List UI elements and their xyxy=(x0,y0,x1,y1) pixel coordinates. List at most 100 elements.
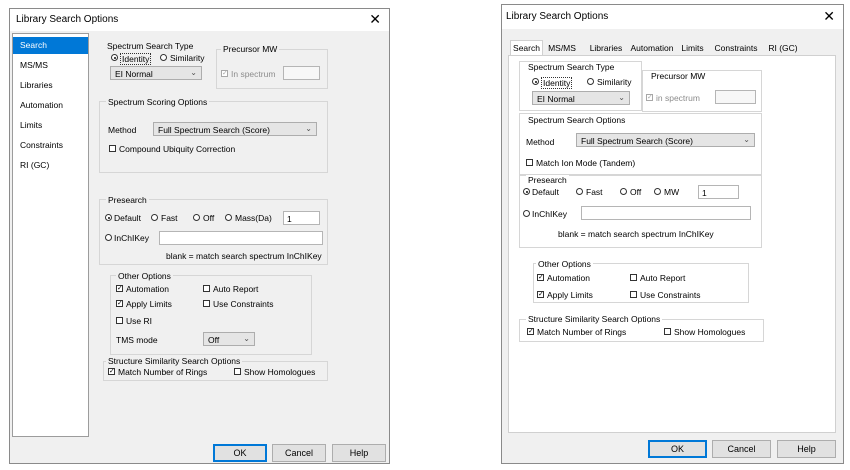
right-automation-checkbox[interactable]: ✓ xyxy=(537,274,544,281)
right-automation-label: Automation xyxy=(547,273,590,283)
tab-ri-gc[interactable]: RI (GC) xyxy=(764,41,802,55)
cancel-button[interactable]: Cancel xyxy=(272,444,326,462)
tab-limits[interactable]: Limits xyxy=(678,41,707,55)
chevron-down-icon: ⌄ xyxy=(243,334,250,343)
left-dialog-title: Library Search Options xyxy=(16,14,119,25)
use-constraints-checkbox[interactable] xyxy=(203,300,210,307)
nav-item-limits[interactable]: Limits xyxy=(13,117,88,134)
tab-msms[interactable]: MS/MS xyxy=(545,41,579,55)
inchikey-label: InChIKey xyxy=(114,233,149,243)
apply-limits-checkbox[interactable]: ✓ xyxy=(116,300,123,307)
ei-mode-select[interactable]: EI Normal ⌄ xyxy=(110,66,202,80)
right-auto-report-checkbox[interactable] xyxy=(630,274,637,281)
right-use-constraints-checkbox[interactable] xyxy=(630,291,637,298)
presearch-default-radio[interactable] xyxy=(105,214,112,221)
ok-button[interactable]: OK xyxy=(213,444,267,462)
chevron-down-icon: ⌄ xyxy=(190,68,197,77)
scoring-title: Spectrum Scoring Options xyxy=(106,97,210,107)
automation-label: Automation xyxy=(126,284,169,294)
use-ri-checkbox[interactable] xyxy=(116,317,123,324)
right-ei-mode-select[interactable]: EI Normal ⌄ xyxy=(532,91,630,105)
right-inchikey-input[interactable] xyxy=(581,206,751,220)
in-spectrum-checkbox[interactable]: ✓ xyxy=(221,70,228,77)
mw-input[interactable]: 1 xyxy=(698,185,739,199)
use-ri-label: Use RI xyxy=(126,316,152,326)
right-apply-limits-checkbox[interactable]: ✓ xyxy=(537,291,544,298)
presearch-default-label: Default xyxy=(114,213,141,223)
tab-automation[interactable]: Automation xyxy=(628,41,676,55)
automation-checkbox[interactable]: ✓ xyxy=(116,285,123,292)
right-inchikey-label: InChIKey xyxy=(532,209,567,219)
right-precursor-input[interactable] xyxy=(715,90,756,104)
right-inchikey-radio[interactable] xyxy=(523,210,530,217)
auto-report-checkbox[interactable] xyxy=(203,285,210,292)
method-select[interactable]: Full Spectrum Search (Score) ⌄ xyxy=(153,122,317,136)
method-label: Method xyxy=(108,125,137,135)
apply-limits-label: Apply Limits xyxy=(126,299,172,309)
right-in-spectrum-label: in spectrum xyxy=(656,93,700,103)
ion-mode-label: Match Ion Mode (Tandem) xyxy=(536,158,636,168)
scoring-group: Spectrum Scoring Options Method Full Spe… xyxy=(99,97,328,173)
nav-item-msms[interactable]: MS/MS xyxy=(13,57,88,74)
identity-radio[interactable] xyxy=(111,54,118,61)
right-presearch-default-radio[interactable] xyxy=(523,188,530,195)
right-other-group: Other Options ✓ Automation Auto Report ✓… xyxy=(533,259,749,303)
right-show-homologues-label: Show Homologues xyxy=(674,327,746,337)
right-presearch-mw-radio[interactable] xyxy=(654,188,661,195)
nav-item-libraries[interactable]: Libraries xyxy=(13,77,88,94)
right-presearch-fast-radio[interactable] xyxy=(576,188,583,195)
presearch-off-radio[interactable] xyxy=(193,214,200,221)
tab-constraints[interactable]: Constraints xyxy=(711,41,761,55)
right-presearch-fast-label: Fast xyxy=(586,187,603,197)
right-titlebar: Library Search Options ✕ xyxy=(502,5,843,29)
nav-item-automation[interactable]: Automation xyxy=(13,97,88,114)
similarity-radio[interactable] xyxy=(160,54,167,61)
right-apply-limits-label: Apply Limits xyxy=(547,290,593,300)
help-button[interactable]: Help xyxy=(332,444,386,462)
right-show-homologues-checkbox[interactable] xyxy=(664,328,671,335)
presearch-mass-radio[interactable] xyxy=(225,214,232,221)
show-homologues-label: Show Homologues xyxy=(244,367,316,377)
right-other-title: Other Options xyxy=(536,259,593,269)
ion-mode-checkbox[interactable] xyxy=(526,159,533,166)
right-in-spectrum-checkbox[interactable]: ✓ xyxy=(646,94,653,101)
nav-item-ri-gc[interactable]: RI (GC) xyxy=(13,157,88,174)
right-cancel-button[interactable]: Cancel xyxy=(712,440,771,458)
right-ok-button[interactable]: OK xyxy=(648,440,707,458)
inchikey-input[interactable] xyxy=(159,231,323,245)
tms-mode-select[interactable]: Off ⌄ xyxy=(203,332,255,346)
right-help-button[interactable]: Help xyxy=(777,440,836,458)
right-presearch-mw-label: MW xyxy=(664,187,680,197)
right-presearch-off-radio[interactable] xyxy=(620,188,627,195)
tab-search[interactable]: Search xyxy=(510,40,543,56)
right-identity-label: Identity xyxy=(541,77,573,89)
other-options-group: Other Options ✓ Automation Auto Report ✓… xyxy=(110,271,312,355)
method-value: Full Spectrum Search (Score) xyxy=(158,125,270,135)
chevron-down-icon: ⌄ xyxy=(618,93,625,102)
right-match-rings-checkbox[interactable]: ✓ xyxy=(527,328,534,335)
close-icon[interactable]: ✕ xyxy=(369,11,381,27)
tms-mode-value: Off xyxy=(208,335,220,345)
nav-item-constraints[interactable]: Constraints xyxy=(13,137,88,154)
precursor-mw-input[interactable] xyxy=(283,66,320,80)
ubiquity-checkbox[interactable] xyxy=(109,145,116,152)
auto-report-label: Auto Report xyxy=(213,284,259,294)
right-identity-radio[interactable] xyxy=(532,78,539,85)
nav-item-search[interactable]: Search xyxy=(13,37,88,54)
mass-input[interactable]: 1 xyxy=(283,211,320,225)
show-homologues-checkbox[interactable] xyxy=(234,368,241,375)
other-options-title: Other Options xyxy=(116,271,173,281)
presearch-fast-radio[interactable] xyxy=(151,214,158,221)
left-dialog: Library Search Options ✕ Search MS/MS Li… xyxy=(9,8,390,464)
right-similarity-radio[interactable] xyxy=(587,78,594,85)
right-method-value: Full Spectrum Search (Score) xyxy=(581,136,693,146)
presearch-fast-label: Fast xyxy=(161,213,178,223)
match-rings-checkbox[interactable]: ✓ xyxy=(108,368,115,375)
right-auto-report-label: Auto Report xyxy=(640,273,686,283)
right-scoring-group: Spectrum Search Options Method Full Spec… xyxy=(519,113,762,175)
close-icon[interactable]: ✕ xyxy=(823,8,835,24)
right-presearch-off-label: Off xyxy=(630,187,642,197)
inchikey-radio[interactable] xyxy=(105,234,112,241)
tab-libraries[interactable]: Libraries xyxy=(586,41,626,55)
right-method-select[interactable]: Full Spectrum Search (Score) ⌄ xyxy=(576,133,755,147)
